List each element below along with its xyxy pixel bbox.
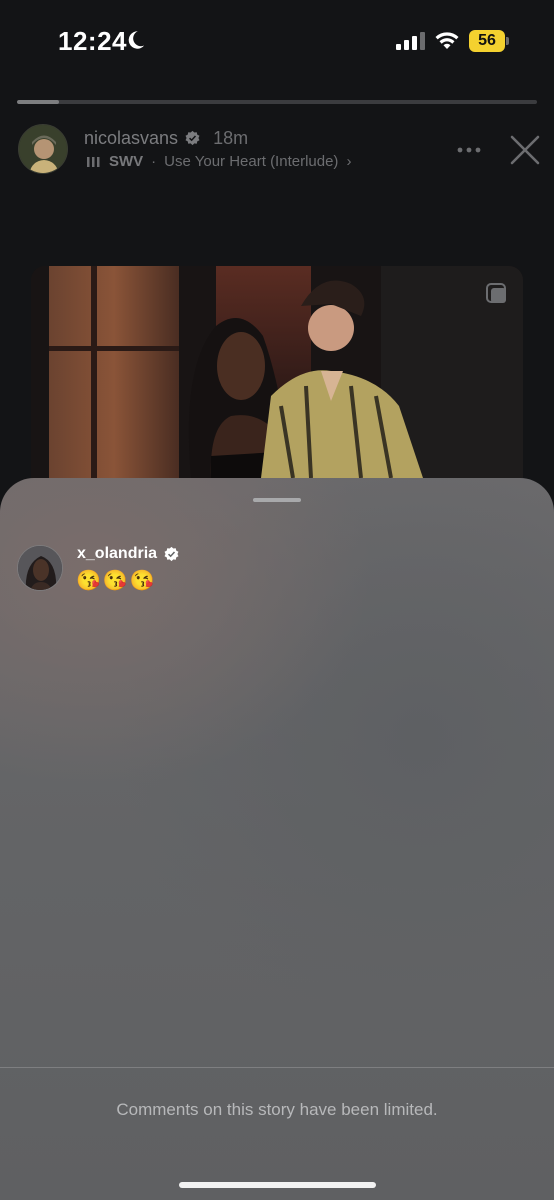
battery-level: 56 <box>469 30 505 52</box>
home-indicator[interactable] <box>179 1182 376 1188</box>
story-music-row[interactable]: SWV · Use Your Heart (Interlude) › <box>87 153 351 170</box>
more-icon[interactable] <box>457 146 481 154</box>
music-artist[interactable]: SWV <box>109 153 143 170</box>
story-username-row[interactable]: nicolasvans 18m <box>84 128 248 149</box>
moon-icon <box>128 31 145 49</box>
comment-avatar[interactable] <box>17 545 63 591</box>
chevron-right-icon: › <box>346 153 352 170</box>
comments-limited-notice: Comments on this story have been limited… <box>116 1100 438 1119</box>
sheet-drag-handle[interactable] <box>253 498 301 502</box>
status-time: 12:24 <box>58 26 127 56</box>
comments-sheet: x_olandria 😘😘😘 Comments on this story ha… <box>0 478 554 1200</box>
story-time-ago: 18m <box>213 128 249 148</box>
story-photo[interactable] <box>31 266 523 478</box>
verified-badge-icon <box>185 130 200 146</box>
signal-icon <box>396 32 425 50</box>
close-icon[interactable] <box>510 135 540 165</box>
comment-text: 😘😘😘 <box>76 570 157 592</box>
music-track[interactable]: Use Your Heart (Interlude) <box>164 153 338 170</box>
music-bars-icon <box>87 156 100 167</box>
battery-icon: 56 <box>469 30 509 52</box>
status-bar: 12:24 56 <box>0 0 554 80</box>
comment-username[interactable]: x_olandria <box>77 545 157 563</box>
story-progress-bar <box>17 100 537 104</box>
wifi-icon <box>435 32 459 49</box>
music-separator: · <box>151 153 157 170</box>
story-progress-fill <box>17 100 59 104</box>
sheet-divider <box>0 1067 554 1068</box>
verified-badge-icon <box>164 546 179 561</box>
story-avatar[interactable] <box>18 124 68 174</box>
comment-username-row[interactable]: x_olandria <box>77 545 180 563</box>
story-username[interactable]: nicolasvans <box>84 128 178 149</box>
sticker-icon[interactable] <box>486 283 508 305</box>
